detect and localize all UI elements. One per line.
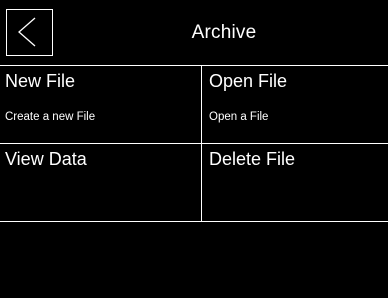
new-file-title: New File xyxy=(5,71,76,91)
view-data-title: View Data xyxy=(5,149,87,169)
back-button[interactable] xyxy=(6,9,53,56)
new-file-subtitle: Create a new File xyxy=(5,111,96,123)
open-file-title: Open File xyxy=(209,71,288,91)
open-file-subtitle: Open a File xyxy=(209,111,269,123)
open-file-button[interactable]: Open File Open a File xyxy=(202,66,388,143)
delete-file-button[interactable]: Delete File xyxy=(202,144,388,221)
new-file-button[interactable]: New File Create a new File xyxy=(0,66,201,143)
chevron-left-icon xyxy=(18,17,36,47)
delete-file-title: Delete File xyxy=(209,149,296,169)
view-data-button[interactable]: View Data xyxy=(0,144,201,221)
header-bar: Archive xyxy=(0,0,388,65)
archive-screen: Archive New File Create a new File Open … xyxy=(0,0,388,298)
menu-grid: New File Create a new File Open File Ope… xyxy=(0,65,388,222)
page-title: Archive xyxy=(191,22,257,43)
